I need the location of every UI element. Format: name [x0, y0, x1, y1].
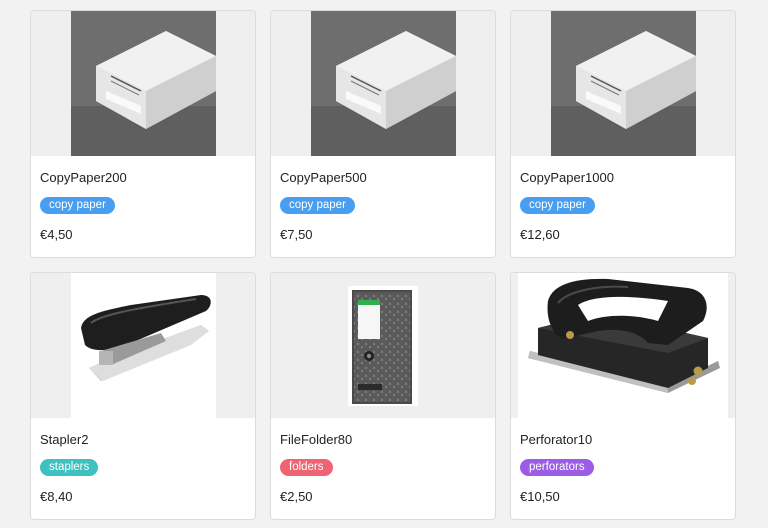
perforator-image: [518, 273, 728, 418]
product-image-area: [271, 273, 495, 418]
product-card[interactable]: Stapler2 staplers €8,40: [30, 272, 256, 520]
product-price: €8,40: [40, 489, 73, 504]
product-price: €12,60: [520, 227, 560, 242]
copy-paper-image: [310, 11, 456, 156]
product-price: €10,50: [520, 489, 560, 504]
category-badge[interactable]: perforators: [520, 459, 594, 476]
product-card[interactable]: CopyPaper500 copy paper €7,50: [270, 10, 496, 258]
product-card[interactable]: Perforator10 perforators €10,50: [510, 272, 736, 520]
product-price: €2,50: [280, 489, 313, 504]
category-badge[interactable]: copy paper: [520, 197, 595, 214]
category-badge[interactable]: copy paper: [280, 197, 355, 214]
product-card[interactable]: FileFolder80 folders €2,50: [270, 272, 496, 520]
product-price: €7,50: [280, 227, 313, 242]
copy-paper-image: [550, 11, 696, 156]
category-badge[interactable]: staplers: [40, 459, 99, 476]
product-image-area: [31, 11, 255, 156]
product-card[interactable]: CopyPaper200 copy paper €4,50: [30, 10, 256, 258]
product-image-area: [31, 273, 255, 418]
product-name: CopyPaper500: [280, 170, 367, 185]
category-badge[interactable]: copy paper: [40, 197, 115, 214]
product-card[interactable]: CopyPaper1000 copy paper €12,60: [510, 10, 736, 258]
product-name: CopyPaper200: [40, 170, 127, 185]
product-grid: CopyPaper200 copy paper €4,50 CopyPaper5…: [30, 10, 736, 520]
product-image-area: [511, 273, 735, 418]
product-name: FileFolder80: [280, 432, 353, 447]
file-folder-image: [348, 285, 418, 406]
product-name: CopyPaper1000: [520, 170, 614, 185]
product-image-area: [511, 11, 735, 156]
product-price: €4,50: [40, 227, 73, 242]
product-name: Stapler2: [40, 432, 89, 447]
stapler-image: [70, 273, 216, 418]
copy-paper-image: [70, 11, 216, 156]
product-image-area: [271, 11, 495, 156]
product-name: Perforator10: [520, 432, 593, 447]
category-badge[interactable]: folders: [280, 459, 333, 476]
